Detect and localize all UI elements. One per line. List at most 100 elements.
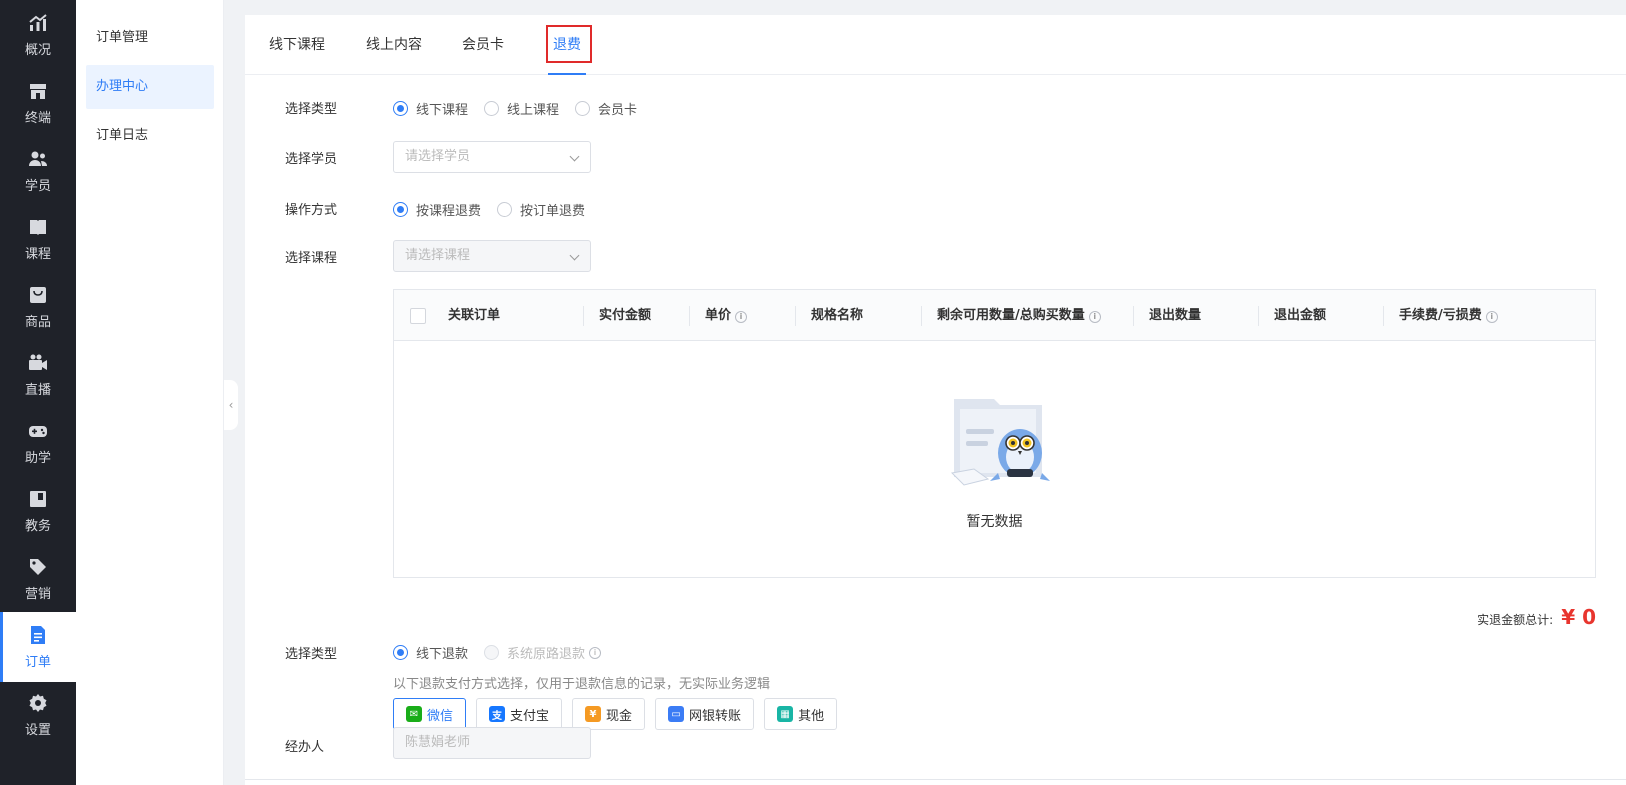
radio-label: 线下课程 <box>416 103 469 118</box>
info-icon[interactable]: i <box>1088 311 1101 323</box>
info-icon[interactable]: i <box>589 646 602 659</box>
col-separator <box>583 306 584 326</box>
nav-item-academic[interactable]: 教务 <box>0 476 76 546</box>
col-separator <box>921 306 922 326</box>
handler-input[interactable]: 陈慧娟老师 <box>393 727 591 759</box>
tab-membership-card[interactable]: 会员卡 <box>462 15 504 75</box>
radio-dot <box>393 645 408 660</box>
refund-type-radio-group: 线下退款 系统原路退款 i <box>393 643 617 662</box>
sub-item-order-management[interactable]: 订单管理 <box>86 16 214 60</box>
course-select[interactable]: 请选择课程 <box>393 240 591 272</box>
chevron-down-icon <box>569 250 580 261</box>
nav-item-orders[interactable]: 订单 <box>0 612 76 682</box>
col-label: 手续费/亏损费 <box>1399 308 1482 323</box>
gamepad-icon <box>28 421 48 441</box>
col-label: 剩余可用数量/总购买数量 <box>937 308 1085 323</box>
nav-item-overview[interactable]: 概况 <box>0 0 76 70</box>
tab-label: 会员卡 <box>462 37 504 53</box>
collapse-sidebar-button[interactable]: ‹ <box>224 380 238 430</box>
select-placeholder: 请选择课程 <box>405 248 471 263</box>
sub-item-order-log[interactable]: 订单日志 <box>86 114 214 158</box>
pay-method-label: 其他 <box>798 708 825 724</box>
gear-icon <box>28 693 48 713</box>
radio-membership-card[interactable]: 会员卡 <box>575 99 637 118</box>
total-value: ¥ 0 <box>1561 605 1596 629</box>
radio-dot <box>497 202 513 217</box>
radio-offline-course[interactable]: 线下课程 <box>393 99 468 118</box>
col-separator <box>1258 306 1259 326</box>
sub-item-processing-center[interactable]: 办理中心 <box>86 65 214 109</box>
bank-card-icon: ▭ <box>668 706 685 722</box>
app-root: 概况 终端 学员 课程 商品 直播 助学 教务 营销 订单 设置 订单管理 办理… <box>0 0 1626 785</box>
radio-online-course[interactable]: 线上课程 <box>484 99 559 118</box>
radio-refund-by-course[interactable]: 按课程退费 <box>393 200 481 219</box>
alipay-icon: 支 <box>489 706 506 722</box>
grid-icon: ▦ <box>777 706 794 722</box>
tab-offline-courses[interactable]: 线下课程 <box>269 15 325 75</box>
course-label: 选择课程 <box>285 251 338 266</box>
tab-label: 线下课程 <box>269 37 325 53</box>
info-icon[interactable]: i <box>735 311 748 323</box>
chart-trend-icon <box>28 13 48 33</box>
pay-method-alipay[interactable]: 支支付宝 <box>476 698 563 730</box>
radio-label: 按课程退费 <box>416 204 482 219</box>
main-nav: 概况 终端 学员 课程 商品 直播 助学 教务 营销 订单 设置 <box>0 0 76 785</box>
chevron-left-icon: ‹ <box>228 398 234 412</box>
pay-method-label: 网银转账 <box>689 708 742 724</box>
nav-item-label: 助学 <box>24 450 51 466</box>
bag-icon <box>28 285 48 305</box>
col-separator <box>1133 306 1134 326</box>
nav-item-label: 商品 <box>24 314 51 330</box>
refund-table: 关联订单 实付金额 单价 i 规格名称 剩余可用数量/总购买数量 i 退出数量 退出… <box>393 289 1596 578</box>
tab-refund[interactable]: 退费 <box>548 15 586 75</box>
type-label: 选择类型 <box>285 102 338 117</box>
nav-item-label: 教务 <box>24 518 51 534</box>
radio-system-refund[interactable]: 系统原路退款 i <box>484 643 602 662</box>
tab-online-content[interactable]: 线上内容 <box>366 15 422 75</box>
radio-label: 线下退款 <box>416 647 469 662</box>
nav-item-label: 课程 <box>24 246 51 262</box>
nav-item-terminal[interactable]: 终端 <box>0 68 76 138</box>
type-radio-group: 线下课程 线上课程 会员卡 <box>393 99 653 118</box>
nav-item-courses[interactable]: 课程 <box>0 204 76 274</box>
select-all-checkbox[interactable] <box>410 308 426 324</box>
col-fee: 手续费/亏损费 i <box>1399 290 1498 341</box>
pay-method-other[interactable]: ▦ 其他 <box>764 698 838 730</box>
nav-item-label: 概况 <box>24 42 51 58</box>
nav-item-label: 营销 <box>24 586 51 602</box>
radio-refund-by-order[interactable]: 按订单退费 <box>497 200 585 219</box>
document-icon <box>28 625 48 645</box>
info-icon[interactable]: i <box>1485 311 1498 323</box>
radio-dot <box>393 101 408 116</box>
col-separator <box>1383 306 1384 326</box>
nav-item-products[interactable]: 商品 <box>0 272 76 342</box>
table-header: 关联订单 实付金额 单价 i 规格名称 剩余可用数量/总购买数量 i 退出数量 退出… <box>394 290 1595 341</box>
pay-method-bank-transfer[interactable]: ▭ 网银转账 <box>655 698 755 730</box>
student-select[interactable]: 请选择学员 <box>393 141 591 173</box>
nav-item-label: 直播 <box>24 382 51 398</box>
radio-dot <box>484 101 500 116</box>
pay-method-wechat[interactable]: ✉ 微信 <box>393 698 467 730</box>
nav-item-marketing[interactable]: 营销 <box>0 544 76 614</box>
table-empty-state: 暂无数据 <box>394 341 1595 577</box>
radio-label: 按订单退费 <box>520 204 586 219</box>
radio-label: 会员卡 <box>598 103 638 118</box>
col-spec-name: 规格名称 <box>811 308 864 323</box>
nav-item-assist[interactable]: 助学 <box>0 408 76 478</box>
wechat-icon: ✉ <box>406 706 422 722</box>
pay-method-cash[interactable]: ¥ 现金 <box>572 698 646 730</box>
nav-item-label: 订单 <box>24 654 51 670</box>
nav-item-label: 设置 <box>24 722 51 738</box>
nav-item-live[interactable]: 直播 <box>0 340 76 410</box>
radio-dot <box>393 202 408 217</box>
chevron-down-icon <box>569 151 580 162</box>
nav-item-settings[interactable]: 设置 <box>0 680 76 750</box>
refund-hint-text: 以下退款支付方式选择，仅用于退款信息的记录，无实际业务逻辑 <box>393 677 771 692</box>
col-related-order: 关联订单 <box>448 308 501 323</box>
nav-item-students[interactable]: 学员 <box>0 136 76 206</box>
radio-offline-refund[interactable]: 线下退款 <box>393 643 468 662</box>
footer-divider <box>245 779 1626 780</box>
cash-icon: ¥ <box>585 706 602 722</box>
empty-text: 暂无数据 <box>966 514 1023 530</box>
video-camera-icon <box>28 353 48 373</box>
